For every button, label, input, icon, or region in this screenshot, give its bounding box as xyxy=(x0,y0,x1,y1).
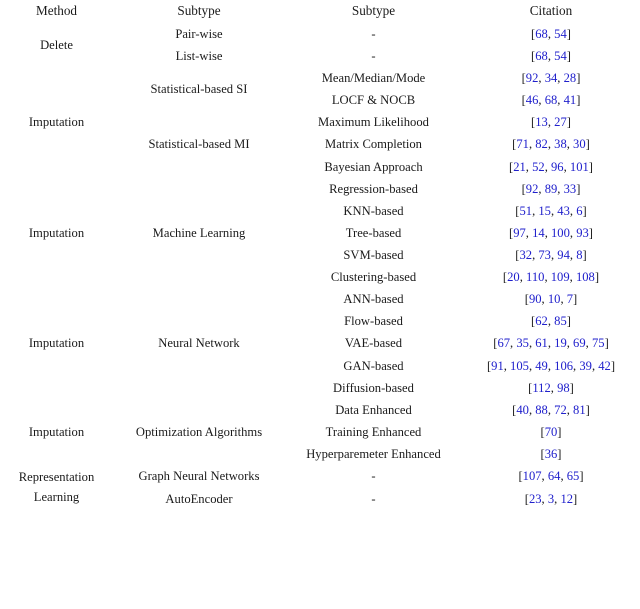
citation-cell[interactable]: [68, 54] xyxy=(462,23,640,45)
method-label-line1: Representation xyxy=(18,470,95,485)
citation-cell[interactable]: [68, 54] xyxy=(462,45,640,67)
table-row: Imputation Optimization Algorithms Data En… xyxy=(0,399,640,439)
detail-cell: Clustering-based xyxy=(330,270,417,285)
method-cell: Imputation xyxy=(28,115,85,130)
table-row: Delete Pair-wise - [68, 54] xyxy=(0,23,640,52)
citation-cell[interactable]: [32, 73, 94, 8] xyxy=(462,244,640,266)
citation-cell[interactable]: [70] xyxy=(462,421,640,443)
subtype-cell: Statistical-based MI xyxy=(148,137,250,152)
subtype-cell: Graph Neural Networks xyxy=(138,469,260,484)
column-header-4: Citation xyxy=(529,3,573,18)
detail-cell: LOCF & NOCB xyxy=(331,93,416,108)
citation-cell[interactable]: [23, 3, 12] xyxy=(462,488,640,511)
citation-cell[interactable]: [67, 35, 61, 19, 69, 75] xyxy=(462,332,640,354)
detail-cell: Matrix Completion xyxy=(325,137,422,152)
citation-cell[interactable]: [46, 68, 41] xyxy=(462,89,640,111)
detail-cell: Maximum Likelihood xyxy=(318,115,429,130)
detail-cell: Training Enhanced xyxy=(325,424,422,439)
detail-cell: Regression-based xyxy=(329,181,418,196)
subtype-cell: List-wise xyxy=(175,49,223,63)
detail-cell: Data Enhanced xyxy=(335,402,412,417)
subtype-cell: Machine Learning xyxy=(152,225,246,240)
citation-cell[interactable]: [21, 52, 96, 101] xyxy=(462,156,640,178)
detail-cell: Hyperparemeter Enhanced xyxy=(306,446,441,461)
citation-cell[interactable]: [20, 110, 109, 108] xyxy=(462,266,640,288)
citation-cell[interactable]: [13, 27] xyxy=(462,111,640,133)
subtype-cell: Optimization Algorithms xyxy=(135,424,263,439)
detail-cell: Mean/Median/Mode xyxy=(321,71,426,86)
column-header-3: Subtype xyxy=(351,3,396,18)
detail-cell: Tree-based xyxy=(345,225,402,240)
detail-cell: - xyxy=(371,26,376,41)
subtype-cell: Statistical-based SI xyxy=(150,82,248,97)
citation-taxonomy-table: Method Subtype Subtype Citation Delete Pair-w… xyxy=(0,0,640,609)
detail-cell: SVM-based xyxy=(343,247,404,262)
detail-cell: Diffusion-based xyxy=(333,380,414,395)
method-cell: Delete xyxy=(40,37,73,52)
subtype-cell: AutoEncoder xyxy=(165,491,233,506)
citation-cell[interactable]: [91, 105, 49, 106, 39, 42] xyxy=(462,355,640,377)
citation-cell[interactable]: [51, 15, 43, 6] xyxy=(462,200,640,222)
citation-cell[interactable]: [92, 89, 33] xyxy=(462,178,640,200)
detail-cell: - xyxy=(371,469,376,484)
citation-cell[interactable]: [97, 14, 100, 93] xyxy=(462,222,640,244)
table-row: Imputation Machine Learning Regression-bas… xyxy=(0,178,640,240)
citation-cell[interactable]: [112, 98] xyxy=(462,377,640,399)
subtype-cell: Pair-wise xyxy=(175,26,223,41)
citation-cell[interactable]: [36] xyxy=(462,443,640,465)
column-header-1: Method xyxy=(35,3,78,18)
citation-cell[interactable]: [90, 10, 7] xyxy=(462,288,640,310)
detail-cell: Flow-based xyxy=(344,314,403,329)
citation-cell[interactable]: [62, 85] xyxy=(462,310,640,332)
detail-cell: - xyxy=(371,491,376,506)
method-cell: Imputation xyxy=(28,424,85,439)
detail-cell: VAE-based xyxy=(344,336,403,351)
detail-cell: GAN-based xyxy=(343,358,404,373)
citation-cell[interactable]: [107, 64, 65] xyxy=(462,465,640,488)
detail-cell: Bayesian Approach xyxy=(324,159,423,174)
citation-cell[interactable]: [40, 88, 72, 81] xyxy=(462,399,640,421)
detail-cell: ANN-based xyxy=(343,292,404,307)
method-cell: Imputation xyxy=(28,225,85,240)
table-row: Imputation Neural Network ANN-based [90, 10… xyxy=(0,288,640,350)
detail-cell: - xyxy=(371,49,376,63)
column-header-2: Subtype xyxy=(177,3,221,18)
citation-cell[interactable]: [92, 34, 28] xyxy=(462,67,640,89)
method-cell: Imputation xyxy=(28,336,85,351)
survey-table: Method Subtype Subtype Citation Delete Pair-w… xyxy=(0,0,640,510)
table-row: Imputation Statistical-based SI Mean/Media… xyxy=(0,67,640,129)
table-header-row: Method Subtype Subtype Citation xyxy=(0,0,640,23)
citation-cell[interactable]: [71, 82, 38, 30] xyxy=(462,133,640,155)
subtype-cell: Neural Network xyxy=(158,336,240,351)
method-label-line2: Learning xyxy=(33,489,80,504)
method-cell: Representation Learning xyxy=(0,465,113,510)
table-row: Representation Learning Graph Neural Netwo… xyxy=(0,465,640,503)
detail-cell: KNN-based xyxy=(343,203,404,218)
